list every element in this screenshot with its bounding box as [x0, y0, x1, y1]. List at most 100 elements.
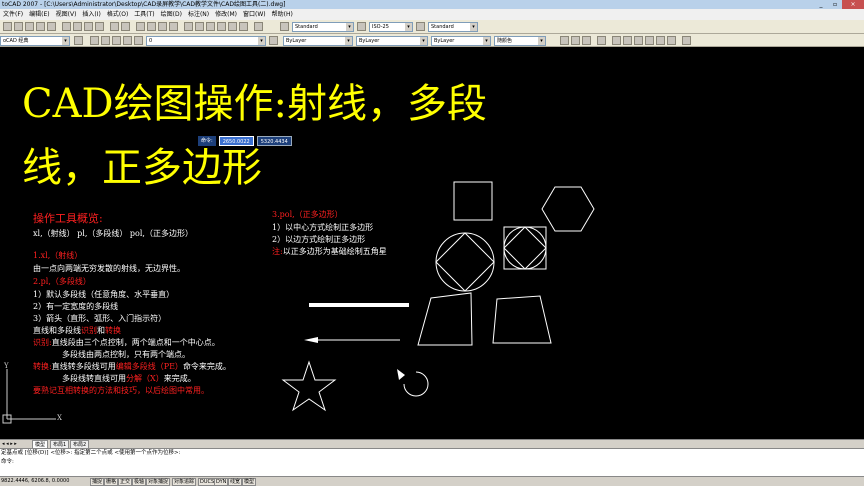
menu-dimension[interactable]: 标注(N)	[185, 9, 212, 20]
grid-toggle[interactable]: 栅格	[104, 478, 119, 486]
window-title: toCAD 2007 - [C:\Users\Administrator\Des…	[2, 1, 286, 8]
menu-window[interactable]: 窗口(W)	[240, 9, 269, 20]
undo-icon[interactable]	[110, 22, 119, 31]
view-top-icon[interactable]	[560, 36, 569, 45]
view-bottom-icon[interactable]	[571, 36, 580, 45]
lightbulb-icon[interactable]	[101, 36, 110, 45]
paste-icon[interactable]	[84, 22, 93, 31]
linetype-select[interactable]: ByLayer ▾	[356, 36, 428, 46]
lock-icon[interactable]	[123, 36, 132, 45]
standard-toolbar: Standard ▾ ISO-25 ▾ Standard ▾	[0, 20, 864, 34]
close-button[interactable]: ×	[842, 0, 864, 9]
match-properties-icon[interactable]	[95, 22, 104, 31]
layer-manager-icon[interactable]	[90, 36, 99, 45]
zoom-realtime-icon[interactable]	[147, 22, 156, 31]
lineweight-toggle[interactable]: 线宽	[228, 478, 243, 486]
color-value: ByLayer	[286, 38, 307, 44]
command-window[interactable]: 定基点或 [位移(D)] <位移>: 指定第二个点或 <使用第一个点作为位移>:…	[0, 448, 864, 476]
minimize-button[interactable]: _	[814, 0, 828, 9]
command-history-line: 定基点或 [位移(D)] <位移>: 指定第二个点或 <使用第一个点作为位移>:	[1, 450, 181, 456]
menu-draw[interactable]: 绘图(D)	[158, 9, 185, 20]
arc-arrow-shape[interactable]	[403, 371, 429, 397]
sun-icon[interactable]	[112, 36, 121, 45]
hexagon-shape[interactable]	[541, 186, 595, 232]
menu-help[interactable]: 帮助(H)	[269, 9, 296, 20]
make-current-layer-icon[interactable]	[269, 36, 278, 45]
design-center-icon[interactable]	[195, 22, 204, 31]
ucs-x-label: X	[57, 414, 62, 422]
chevron-down-icon: ▾	[346, 23, 353, 31]
chevron-down-icon: ▾	[538, 37, 545, 45]
chevron-down-icon: ▾	[258, 37, 265, 45]
tab-nav-arrows[interactable]: ◂ ◂ ▸ ▸	[2, 440, 17, 448]
star-shape[interactable]	[281, 360, 337, 412]
model-toggle[interactable]: 模型	[242, 478, 257, 486]
print-preview-icon[interactable]	[47, 22, 56, 31]
chevron-down-icon: ▾	[405, 23, 412, 31]
save-icon[interactable]	[25, 22, 34, 31]
snap-toggle[interactable]: 捕捉	[90, 478, 105, 486]
view-front-icon[interactable]	[612, 36, 621, 45]
trapezoid-shape[interactable]	[492, 295, 552, 344]
workspace-select[interactable]: oCAD 经典 ▾	[0, 36, 70, 46]
view-se-iso-icon[interactable]	[645, 36, 654, 45]
view-back-icon[interactable]	[623, 36, 632, 45]
command-prompt[interactable]: 命令:	[0, 458, 864, 467]
redo-icon[interactable]	[121, 22, 130, 31]
menu-view[interactable]: 视图(V)	[53, 9, 80, 20]
copy-icon[interactable]	[73, 22, 82, 31]
workspace-settings-icon[interactable]	[74, 36, 83, 45]
drawing-canvas[interactable]: CAD绘图操作:射线，多段 线，正多边形 命令: 2650.0022 5320.…	[0, 47, 864, 439]
help-icon[interactable]	[254, 22, 263, 31]
text-style-value: Standard	[295, 24, 318, 30]
zoom-window-icon[interactable]	[158, 22, 167, 31]
view-right-icon[interactable]	[597, 36, 606, 45]
pan-icon[interactable]	[136, 22, 145, 31]
circle-shape-2[interactable]	[503, 226, 547, 270]
view-left-icon[interactable]	[582, 36, 591, 45]
wide-polyline-shape[interactable]	[309, 303, 409, 307]
osnap-toggle[interactable]: 对象捕捉	[146, 478, 171, 486]
plotstyle-select[interactable]: 随颜色 ▾	[494, 36, 546, 46]
menu-modify[interactable]: 修改(M)	[212, 9, 240, 20]
menu-insert[interactable]: 插入(I)	[79, 9, 103, 20]
zoom-previous-icon[interactable]	[169, 22, 178, 31]
view-sw-iso-icon[interactable]	[634, 36, 643, 45]
cut-icon[interactable]	[62, 22, 71, 31]
circle-shape[interactable]	[435, 232, 495, 292]
lineweight-select[interactable]: ByLayer ▾	[431, 36, 491, 46]
open-file-icon[interactable]	[14, 22, 23, 31]
sheet-set-icon[interactable]	[217, 22, 226, 31]
tool-palettes-icon[interactable]	[206, 22, 215, 31]
camera-icon[interactable]	[682, 36, 691, 45]
window-controls: _ ▫ ×	[814, 0, 864, 9]
ucs-y-label: Y	[4, 362, 9, 370]
menu-file[interactable]: 文件(F)	[0, 9, 26, 20]
polar-toggle[interactable]: 极轴	[132, 478, 147, 486]
markup-icon[interactable]	[228, 22, 237, 31]
quadrilateral-shape[interactable]	[417, 292, 473, 346]
color-select[interactable]: ByLayer ▾	[283, 36, 353, 46]
layout-tabs: ◂ ◂ ▸ ▸ 模型 布局1 布局2	[0, 439, 864, 450]
menu-tools[interactable]: 工具(T)	[131, 9, 157, 20]
new-file-icon[interactable]	[3, 22, 12, 31]
menu-format[interactable]: 格式(O)	[104, 9, 131, 20]
menu-edit[interactable]: 编辑(E)	[26, 9, 52, 20]
table-style-select[interactable]: Standard ▾	[428, 22, 478, 32]
maximize-button[interactable]: ▫	[828, 0, 842, 9]
plotstyle-value: 随颜色	[497, 38, 513, 44]
print-icon[interactable]	[36, 22, 45, 31]
view-nw-iso-icon[interactable]	[667, 36, 676, 45]
square-shape[interactable]	[453, 181, 493, 221]
text-style-select[interactable]: Standard ▾	[292, 22, 354, 32]
properties-icon[interactable]	[184, 22, 193, 31]
ortho-toggle[interactable]: 正交	[118, 478, 133, 486]
otrack-toggle[interactable]: 对象追踪	[172, 478, 197, 486]
chevron-down-icon: ▾	[62, 37, 69, 45]
quickcalc-icon[interactable]	[239, 22, 248, 31]
view-ne-iso-icon[interactable]	[656, 36, 665, 45]
chevron-down-icon: ▾	[420, 37, 427, 45]
layer-select[interactable]: 0 ▾	[146, 36, 266, 46]
dyn-toggle[interactable]: DYN	[214, 478, 229, 486]
dim-style-select[interactable]: ISO-25 ▾	[369, 22, 413, 32]
